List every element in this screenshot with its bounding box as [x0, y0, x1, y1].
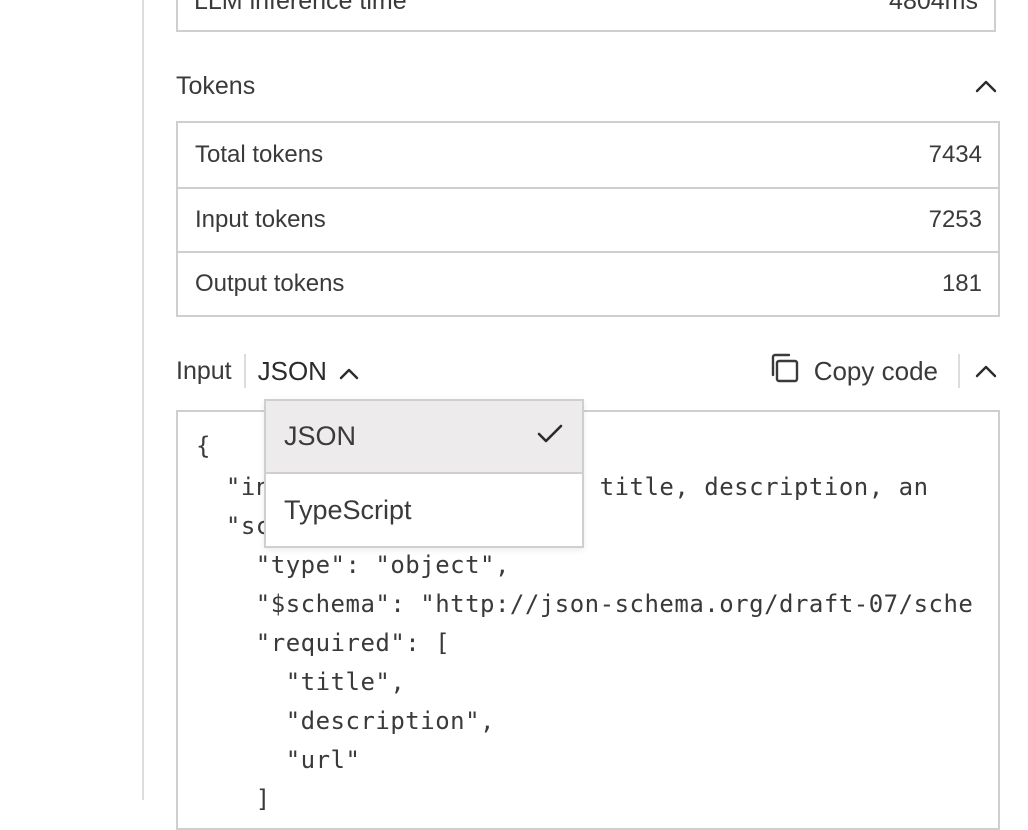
total-tokens-label: Total tokens [195, 141, 324, 168]
chevron-up-icon [339, 356, 359, 387]
code-line: "required": [ [196, 629, 451, 657]
format-dropdown-menu: JSON TypeScript [264, 399, 584, 548]
format-selected-label: JSON [257, 355, 327, 386]
left-rail [0, 0, 144, 800]
input-label: Input [176, 356, 232, 385]
copy-code-label: Copy code [813, 355, 938, 386]
table-row: Input tokens 7253 [178, 187, 998, 251]
table-row: Output tokens 181 [178, 251, 998, 315]
checkmark-icon [536, 421, 564, 452]
code-line: "type": "object", [196, 551, 510, 579]
input-toolbar: Input JSON Copy code [176, 350, 1000, 392]
code-line: "url" [196, 746, 361, 774]
code-line: "$schema": "http://json-schema.org/draft… [196, 590, 974, 618]
dropdown-option-label: TypeScript [284, 495, 412, 525]
code-line: "sc [196, 512, 271, 540]
inference-time-label: LLM inference time [194, 0, 407, 15]
output-tokens-value: 181 [941, 270, 982, 297]
chevron-up-icon[interactable] [972, 357, 1000, 385]
copy-icon [768, 352, 800, 391]
table-row: Total tokens 7434 [178, 123, 998, 187]
code-line: "title", [196, 668, 406, 696]
copy-code-button[interactable]: Copy code [768, 352, 938, 391]
total-tokens-value: 7434 [928, 141, 982, 168]
code-line: "description", [196, 707, 495, 735]
code-line: ] [196, 785, 271, 813]
tokens-header[interactable]: Tokens [176, 66, 1000, 106]
tokens-title: Tokens [176, 71, 256, 100]
format-select-button[interactable]: JSON [258, 356, 359, 387]
inference-time-table: LLM inference time 4804ms [176, 0, 996, 32]
dropdown-option-json[interactable]: JSON [266, 401, 582, 474]
divider [958, 354, 960, 388]
divider [243, 354, 246, 388]
input-tokens-value: 7253 [928, 206, 982, 233]
dropdown-option-typescript[interactable]: TypeScript [266, 474, 582, 547]
output-tokens-label: Output tokens [195, 270, 345, 297]
input-tokens-label: Input tokens [195, 206, 326, 233]
tokens-table: Total tokens 7434 Input tokens 7253 Outp… [176, 121, 1000, 317]
chevron-up-icon[interactable] [972, 72, 1000, 100]
inference-time-value: 4804ms [889, 0, 978, 15]
inference-time-row: LLM inference time 4804ms [178, 0, 994, 30]
dropdown-option-label: JSON [284, 421, 357, 451]
code-line: { [196, 432, 211, 460]
